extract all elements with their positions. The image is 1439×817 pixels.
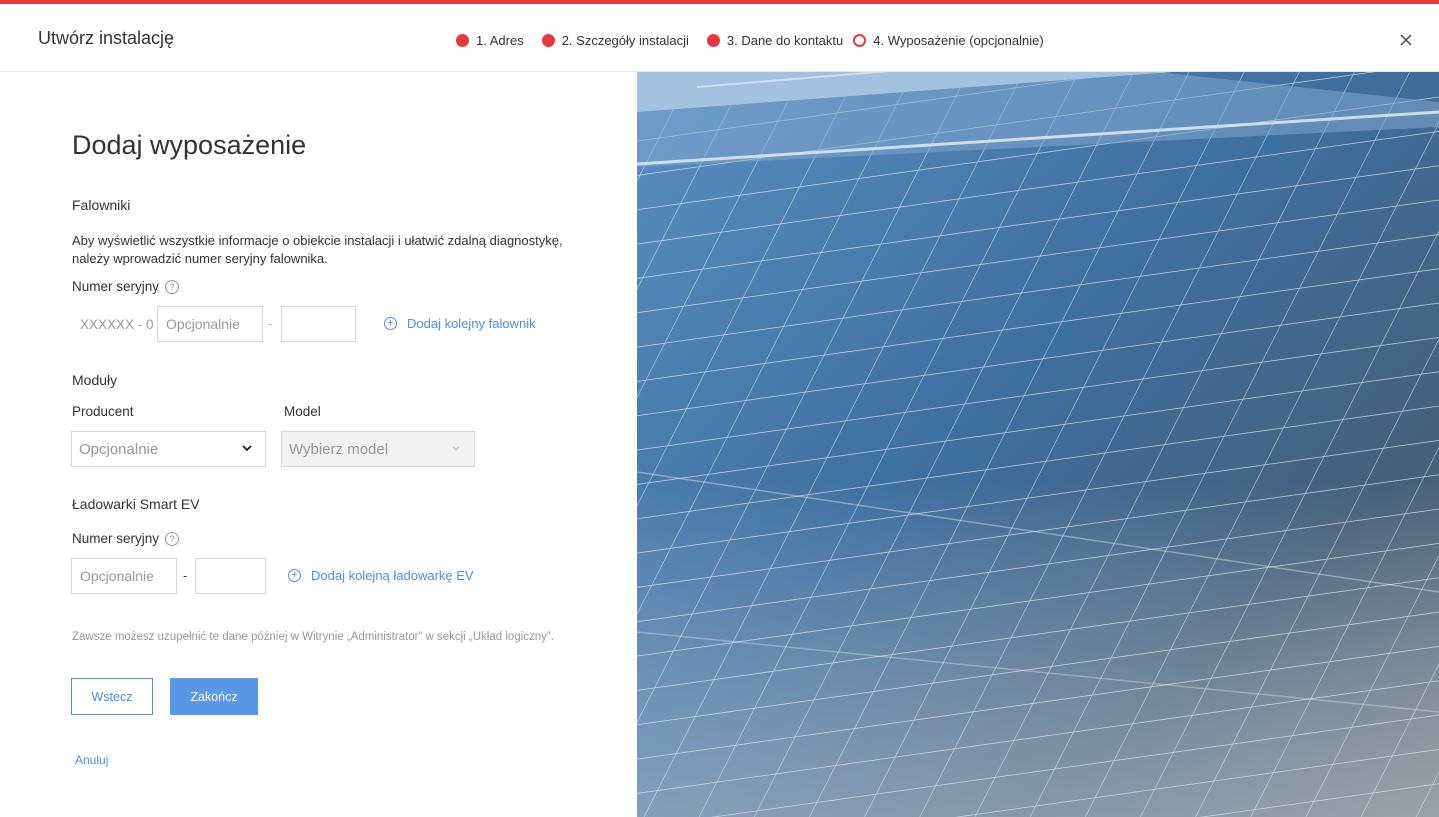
inverter-serial-label-text: Numer seryjny: [72, 279, 160, 294]
step-contact-data: 3. Dane do kontaktu: [706, 32, 844, 48]
section-title-inverters: Falowniki: [72, 197, 131, 213]
step-done-dot-icon: [456, 33, 469, 47]
producer-select[interactable]: Opcjonalnie: [71, 431, 266, 467]
inverters-description: Aby wyświetlić wszystkie informacje o ob…: [72, 233, 563, 266]
step-address: 1. Adres: [456, 33, 524, 48]
ev-serial-separator: -: [183, 568, 188, 583]
info-note: Zawsze możesz uzupełnić te dane później …: [72, 631, 554, 643]
step-equipment: 4. Wyposażenie (opcjonalnie): [853, 32, 1044, 48]
model-select-value: Wybierz model: [289, 440, 389, 458]
chevron-down-icon: [452, 446, 460, 451]
section-title-modules: Moduły: [72, 372, 118, 388]
ev-serial-suffix-input[interactable]: [195, 558, 266, 594]
producer-select-value: Opcjonalnie: [79, 440, 159, 458]
help-icon[interactable]: ?: [165, 279, 180, 294]
inverter-serial-prefix: XXXXXX - 0: [80, 317, 154, 332]
close-icon: [1400, 34, 1412, 46]
step-installation-details: 2. Szczegóły instalacji: [541, 32, 689, 48]
wizard-steps: 1. Adres 2. Szczegóły instalacji 3. Dane…: [456, 31, 1062, 49]
solar-panels-illustration: [637, 72, 1439, 817]
cancel-link[interactable]: Anuluj: [75, 753, 108, 767]
ev-serial-label: Numer seryjny ?: [72, 531, 180, 546]
close-button[interactable]: [1396, 30, 1416, 50]
solar-panels-image: [637, 72, 1439, 817]
plus-circle-icon: +: [384, 317, 397, 330]
inverter-serial-separator: -: [268, 316, 273, 331]
step-label: 4. Wyposażenie (opcjonalnie): [873, 32, 1044, 48]
step-label: 2. Szczegóły instalacji: [561, 32, 689, 48]
inverter-serial-suffix-input[interactable]: [281, 306, 356, 342]
add-ev-charger-label: Dodaj kolejną ładowarkę EV: [311, 568, 474, 583]
inverter-serial-input[interactable]: Opcjonalnie: [157, 306, 263, 342]
step-done-dot-icon: [541, 33, 555, 47]
add-inverter-link[interactable]: + Dodaj kolejny falownik: [384, 316, 536, 331]
section-title-ev-chargers: Ładowarki Smart EV: [72, 496, 200, 512]
step-current-ring-icon: [853, 33, 867, 47]
inverter-serial-label: Numer seryjny ?: [72, 279, 180, 294]
chevron-down-icon: [242, 445, 252, 452]
step-label: 1. Adres: [476, 32, 524, 48]
add-ev-charger-link[interactable]: + Dodaj kolejną ładowarkę EV: [288, 568, 474, 583]
ev-serial-input[interactable]: Opcjonalnie: [71, 558, 177, 594]
finish-button[interactable]: Zakończ: [170, 678, 258, 715]
producer-label: Producent: [72, 404, 134, 419]
help-icon[interactable]: ?: [165, 531, 180, 546]
back-button[interactable]: Wstecz: [71, 678, 153, 715]
model-label: Model: [284, 404, 321, 419]
step-label: 3. Dane do kontaktu: [726, 32, 844, 48]
form-panel: Dodaj wyposażenie Falowniki Aby wyświetl…: [0, 72, 637, 817]
plus-circle-icon: +: [288, 569, 301, 582]
wizard-title: Utwórz instalację: [38, 28, 175, 48]
page-title: Dodaj wyposażenie: [72, 130, 307, 160]
add-inverter-label: Dodaj kolejny falownik: [407, 316, 536, 331]
step-done-dot-icon: [706, 33, 720, 47]
model-select[interactable]: Wybierz model: [281, 431, 475, 467]
ev-serial-placeholder: Opcjonalnie: [80, 568, 154, 584]
ev-serial-label-text: Numer seryjny: [72, 531, 160, 546]
inverter-serial-placeholder: Opcjonalnie: [166, 316, 240, 332]
wizard-header: Utwórz instalację 1. Adres 2. Szczegóły …: [0, 4, 1439, 72]
